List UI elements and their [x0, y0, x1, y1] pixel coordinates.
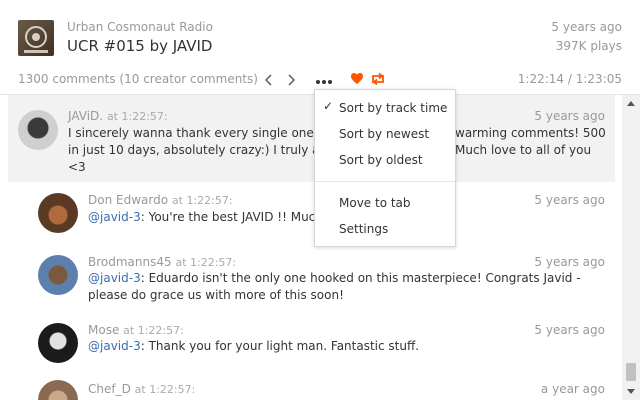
comment-scrollbar[interactable] — [622, 95, 640, 400]
comment-text-line: @javid-3: Eduardo isn't the only one hoo… — [88, 270, 615, 287]
menu-item-move-to-tab[interactable]: Move to tab — [315, 191, 455, 215]
menu-item-label: Sort by oldest — [339, 153, 423, 167]
comment-text-left: I sincerely wanna thank every single one… — [68, 125, 348, 176]
avatar[interactable] — [38, 323, 78, 363]
chevron-left-icon[interactable] — [262, 70, 276, 90]
checkmark-icon: ✓ — [323, 99, 334, 113]
comment-text: @javid-3: Eduardo isn't the only one hoo… — [88, 270, 615, 304]
menu-item-label: Settings — [339, 222, 389, 236]
track-header: Urban Cosmonaut Radio UCR #015 by JAVID … — [0, 0, 640, 68]
comment-text-line: in just 10 days, absolutely crazy:) I tr… — [68, 143, 328, 157]
comment-timestamp[interactable]: at 1:22:57: — [175, 256, 236, 269]
menu-item-settings[interactable]: Settings — [315, 217, 455, 241]
comment-timestamp[interactable]: at 1:22:57: — [107, 110, 168, 123]
comment-username[interactable]: JAViD. — [68, 109, 103, 123]
menu-item-sort-oldest[interactable]: Sort by oldest — [315, 148, 455, 172]
comment-item: Mose at 1:22:57: 5 years ago @javid-3: T… — [8, 323, 615, 375]
comment-header: Brodmanns45 at 1:22:57: — [88, 255, 236, 269]
menu-item-label: Sort by newest — [339, 127, 430, 141]
playback-time: 1:22:14 / 1:23:05 — [517, 72, 622, 86]
menu-item-sort-newest[interactable]: Sort by newest — [315, 122, 455, 146]
comment-text-content: : Eduardo isn't the only one hooked on t… — [140, 271, 581, 285]
comment-count: 1300 comments (10 creator comments) — [18, 72, 258, 86]
comment-item: Chef_D at 1:22:57: a year ago — [8, 380, 615, 400]
mention-link[interactable]: @javid-3 — [88, 210, 141, 224]
comment-username[interactable]: Mose — [88, 323, 119, 337]
comment-header: Mose at 1:22:57: — [88, 323, 184, 337]
track-artwork[interactable] — [18, 20, 54, 56]
comment-text-right: warming comments! 500 Much love to all o… — [455, 125, 615, 159]
comment-age: 5 years ago — [534, 255, 605, 269]
comment-age: 5 years ago — [534, 193, 605, 207]
comment-text-line: warming comments! 500 — [455, 126, 606, 140]
comment-list: JAViD. at 1:22:57: 5 years ago I sincere… — [0, 95, 620, 400]
artwork-bar — [24, 50, 48, 53]
more-icon[interactable] — [313, 70, 335, 90]
comment-timestamp[interactable]: at 1:22:57: — [123, 324, 184, 337]
avatar[interactable] — [38, 193, 78, 233]
heart-icon[interactable] — [350, 71, 364, 87]
comment-timestamp[interactable]: at 1:22:57: — [172, 194, 233, 207]
comment-header: Don Edwardo at 1:22:57: — [88, 193, 233, 207]
menu-divider — [315, 181, 455, 182]
comment-text-line: please do grace us with more of this soo… — [88, 288, 344, 302]
comment-username[interactable]: Brodmanns45 — [88, 255, 172, 269]
comment-text: @javid-3: You're the best JAVID !! Much — [88, 209, 328, 226]
menu-item-label: Move to tab — [339, 196, 411, 210]
comment-text-line: I sincerely wanna thank every single one… — [68, 126, 325, 140]
scroll-up-icon[interactable] — [627, 101, 635, 106]
station-name[interactable]: Urban Cosmonaut Radio — [67, 20, 213, 34]
comment-age: 5 years ago — [534, 109, 605, 123]
play-count: 397K plays — [555, 39, 622, 53]
avatar[interactable] — [18, 110, 58, 150]
comment-item: JAViD. at 1:22:57: 5 years ago I sincere… — [8, 95, 615, 182]
comment-text-line: Much love to all of you — [455, 143, 592, 157]
sort-menu: ✓ Sort by track time Sort by newest Sort… — [314, 89, 456, 247]
comment-age: a year ago — [540, 382, 605, 396]
comment-text-content: : Thank you for your light man. Fantasti… — [140, 339, 420, 353]
comment-header: Chef_D at 1:22:57: — [88, 382, 195, 396]
comment-timestamp[interactable]: at 1:22:57: — [135, 383, 196, 396]
comment-username[interactable]: Chef_D — [88, 382, 131, 396]
artwork-dot — [32, 33, 40, 41]
comment-age: 5 years ago — [534, 323, 605, 337]
menu-item-label: Sort by track time — [339, 101, 448, 115]
chevron-right-icon[interactable] — [284, 70, 298, 90]
comment-text-content: : You're the best JAVID !! Much — [140, 210, 323, 224]
comment-item: Brodmanns45 at 1:22:57: 5 years ago @jav… — [8, 255, 615, 317]
scroll-thumb[interactable] — [626, 363, 636, 381]
comment-item: Don Edwardo at 1:22:57: 5 years ago @jav… — [8, 187, 615, 247]
mention-link[interactable]: @javid-3 — [88, 339, 141, 353]
mention-link[interactable]: @javid-3 — [88, 271, 141, 285]
avatar[interactable] — [38, 380, 78, 400]
avatar[interactable] — [38, 255, 78, 295]
comment-username[interactable]: Don Edwardo — [88, 193, 168, 207]
comment-header: JAViD. at 1:22:57: — [68, 109, 168, 123]
comment-text: @javid-3: Thank you for your light man. … — [88, 338, 615, 355]
posted-time: 5 years ago — [551, 20, 622, 34]
repost-icon[interactable] — [369, 71, 387, 87]
track-title[interactable]: UCR #015 by JAVID — [67, 37, 212, 55]
menu-item-sort-track-time[interactable]: ✓ Sort by track time — [315, 96, 455, 120]
comment-text-line: <3 — [68, 160, 86, 174]
scroll-down-icon[interactable] — [627, 389, 635, 394]
